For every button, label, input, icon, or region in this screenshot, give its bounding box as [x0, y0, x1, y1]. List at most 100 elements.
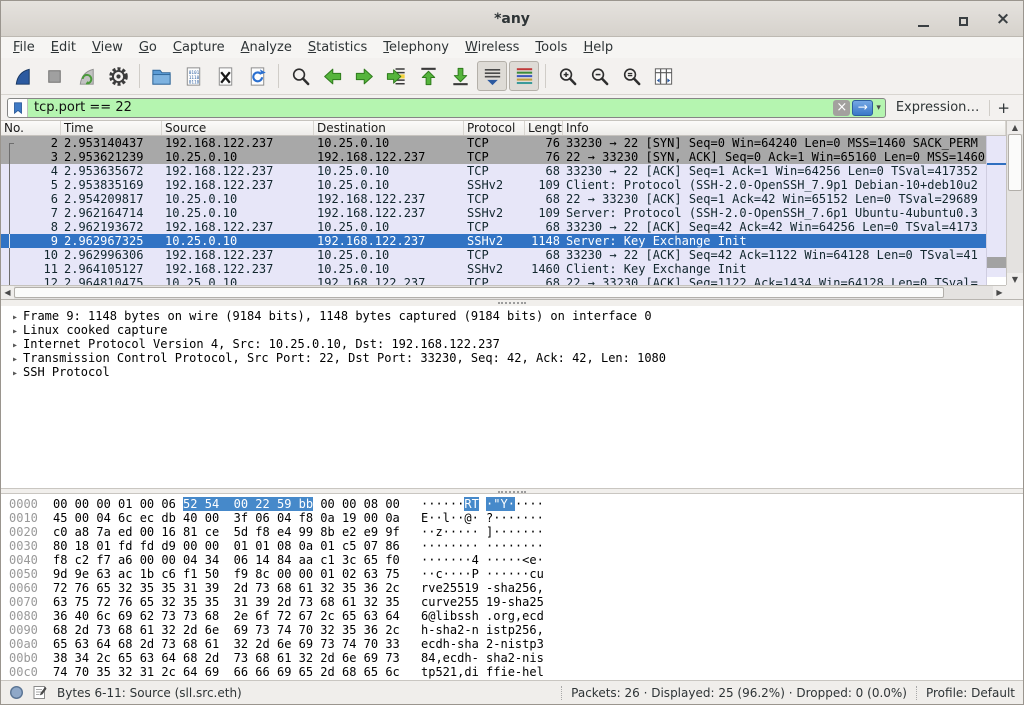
hex-row[interactable]: 006072 76 65 32 35 35 31 39 2d 73 68 61 …	[1, 581, 1023, 595]
hex-row[interactable]: 00a065 63 64 68 2d 73 68 61 32 2d 6e 69 …	[1, 637, 1023, 651]
stop-capture-button[interactable]	[39, 61, 69, 91]
auto-scroll-button[interactable]	[477, 61, 507, 91]
zoom-out-button[interactable]	[584, 61, 614, 91]
detail-row[interactable]: ▸SSH Protocol	[1, 365, 1023, 379]
horizontal-scrollbar[interactable]: ◀ ▶	[1, 285, 1006, 299]
go-to-packet-button[interactable]	[381, 61, 411, 91]
toolbar-separator	[545, 64, 546, 88]
menu-telephony[interactable]: Telephony	[375, 39, 457, 56]
hex-row[interactable]: 009068 2d 73 68 61 32 2d 6e 69 73 74 70 …	[1, 623, 1023, 637]
filter-bookmark-button[interactable]	[8, 99, 28, 117]
expert-info-icon[interactable]	[9, 685, 24, 700]
packet-row-11[interactable]: 112.964105127192.168.122.23710.25.0.10SS…	[1, 262, 986, 276]
packet-row-6[interactable]: 62.95420981710.25.0.10192.168.122.237TCP…	[1, 192, 986, 206]
column-header-source[interactable]: Source	[162, 121, 314, 135]
vertical-scrollbar[interactable]: ▲ ▼	[1006, 121, 1023, 286]
zoom-in-button[interactable]	[552, 61, 582, 91]
packet-row-3[interactable]: 32.95362123910.25.0.10192.168.122.237TCP…	[1, 150, 986, 164]
column-header-info[interactable]: Info	[563, 121, 1006, 135]
menu-statistics[interactable]: Statistics	[300, 39, 375, 56]
hex-row[interactable]: 0040f8 c2 f7 a6 00 00 04 34 06 14 84 aa …	[1, 553, 1023, 567]
vertical-scrollbar-thumb[interactable]	[1008, 134, 1022, 191]
intelligent-scrollbar-minimap[interactable]	[986, 136, 1006, 286]
column-header-time[interactable]: Time	[61, 121, 162, 135]
cell-proto: SSHv2	[464, 206, 525, 220]
hex-row[interactable]: 001045 00 04 6c ec db 40 00 3f 06 04 f8 …	[1, 511, 1023, 525]
cell-info: Server: Key Exchange Init	[563, 234, 986, 248]
column-header-destination[interactable]: Destination	[314, 121, 464, 135]
expression-button[interactable]: Expression…	[886, 100, 990, 115]
menu-edit[interactable]: Edit	[43, 39, 84, 56]
go-forward-button[interactable]	[349, 61, 379, 91]
menu-view[interactable]: View	[84, 39, 131, 56]
bookmark-icon	[11, 101, 25, 115]
scroll-right-arrow[interactable]: ▶	[993, 286, 1006, 299]
detail-row[interactable]: ▸Frame 9: 1148 bytes on wire (9184 bits)…	[1, 309, 1023, 323]
menu-file[interactable]: File	[5, 39, 43, 56]
find-packet-button[interactable]	[285, 61, 315, 91]
packet-row-7[interactable]: 72.96216471410.25.0.10192.168.122.237SSH…	[1, 206, 986, 220]
colorize-button[interactable]	[509, 61, 539, 91]
hex-row[interactable]: 00b038 34 2c 65 63 64 68 2d 73 68 61 32 …	[1, 651, 1023, 665]
horizontal-scrollbar-thumb[interactable]	[14, 287, 944, 298]
menu-help[interactable]: Help	[575, 39, 621, 56]
filter-apply-button[interactable]: →	[852, 100, 873, 116]
zoom-original-button[interactable]	[616, 61, 646, 91]
filter-clear-button[interactable]: ×	[833, 100, 850, 116]
hex-row[interactable]: 00509d 9e 63 ac 1b c6 f1 50 f9 8c 00 00 …	[1, 567, 1023, 581]
start-capture-button[interactable]	[7, 61, 37, 91]
close-file-button[interactable]	[210, 61, 240, 91]
cell-no: 4	[1, 164, 61, 178]
minimize-button[interactable]	[915, 11, 931, 27]
go-last-button[interactable]	[445, 61, 475, 91]
hex-row[interactable]: 000000 00 00 01 00 06 52 54 00 22 59 bb …	[1, 497, 1023, 511]
menu-go[interactable]: Go	[131, 39, 165, 56]
packet-row-9[interactable]: 92.96296732510.25.0.10192.168.122.237SSH…	[1, 234, 986, 248]
display-filter-input[interactable]	[28, 100, 833, 115]
resize-columns-button[interactable]	[648, 61, 678, 91]
title-bar: *any ×	[1, 1, 1023, 37]
packet-row-2[interactable]: 22.953140437192.168.122.23710.25.0.10TCP…	[1, 136, 986, 150]
menu-analyze[interactable]: Analyze	[233, 39, 300, 56]
scroll-up-arrow[interactable]: ▲	[1007, 121, 1023, 134]
column-header-protocol[interactable]: Protocol	[464, 121, 525, 135]
display-filter-field[interactable]: × → ▾	[7, 98, 886, 118]
profile-text[interactable]: Profile: Default	[926, 686, 1015, 700]
hex-row[interactable]: 007063 75 72 76 65 32 35 35 31 39 2d 73 …	[1, 595, 1023, 609]
pane-splitter-bottom[interactable]	[1, 488, 1023, 493]
menu-tools[interactable]: Tools	[527, 39, 575, 56]
column-header-no[interactable]: No.	[1, 121, 61, 135]
save-file-button[interactable]: 010111100110	[178, 61, 208, 91]
capture-comment-icon[interactable]	[33, 685, 48, 700]
reload-file-button[interactable]	[242, 61, 272, 91]
packet-row-8[interactable]: 82.962193672192.168.122.23710.25.0.10TCP…	[1, 220, 986, 234]
detail-row[interactable]: ▸Linux cooked capture	[1, 323, 1023, 337]
detail-row[interactable]: ▸Transmission Control Protocol, Src Port…	[1, 351, 1023, 365]
save-file-icon: 010111100110	[182, 65, 205, 88]
expand-arrow-icon[interactable]: ▸	[7, 367, 23, 381]
go-first-button[interactable]	[413, 61, 443, 91]
close-button[interactable]: ×	[995, 11, 1011, 27]
maximize-button[interactable]	[955, 11, 971, 27]
capture-options-button[interactable]	[103, 61, 133, 91]
hex-row[interactable]: 00c074 70 35 32 31 2c 64 69 66 66 69 65 …	[1, 665, 1023, 679]
hex-row[interactable]: 008036 40 6c 69 62 73 73 68 2e 6f 72 67 …	[1, 609, 1023, 623]
menu-wireless[interactable]: Wireless	[457, 39, 527, 56]
restart-capture-button[interactable]	[71, 61, 101, 91]
go-back-button[interactable]	[317, 61, 347, 91]
menu-capture[interactable]: Capture	[165, 39, 233, 56]
detail-row[interactable]: ▸Internet Protocol Version 4, Src: 10.25…	[1, 337, 1023, 351]
hex-ascii: 6@libssh .org,ecd	[421, 609, 544, 623]
packet-row-10[interactable]: 102.962996306192.168.122.23710.25.0.10TC…	[1, 248, 986, 262]
packet-row-4[interactable]: 42.953635672192.168.122.23710.25.0.10TCP…	[1, 164, 986, 178]
column-header-length[interactable]: Length	[525, 121, 563, 135]
pane-splitter-top[interactable]	[1, 300, 1023, 306]
hex-row[interactable]: 003080 18 01 fd fd d9 00 00 01 01 08 0a …	[1, 539, 1023, 553]
scroll-left-arrow[interactable]: ◀	[1, 286, 14, 299]
add-filter-button[interactable]: +	[990, 99, 1017, 117]
packet-row-5[interactable]: 52.953835169192.168.122.23710.25.0.10SSH…	[1, 178, 986, 192]
open-file-button[interactable]	[146, 61, 176, 91]
cell-proto: SSHv2	[464, 234, 525, 248]
filter-dropdown-button[interactable]: ▾	[876, 103, 885, 113]
hex-row[interactable]: 0020c0 a8 7a ed 00 16 81 ce 5d f8 e4 99 …	[1, 525, 1023, 539]
